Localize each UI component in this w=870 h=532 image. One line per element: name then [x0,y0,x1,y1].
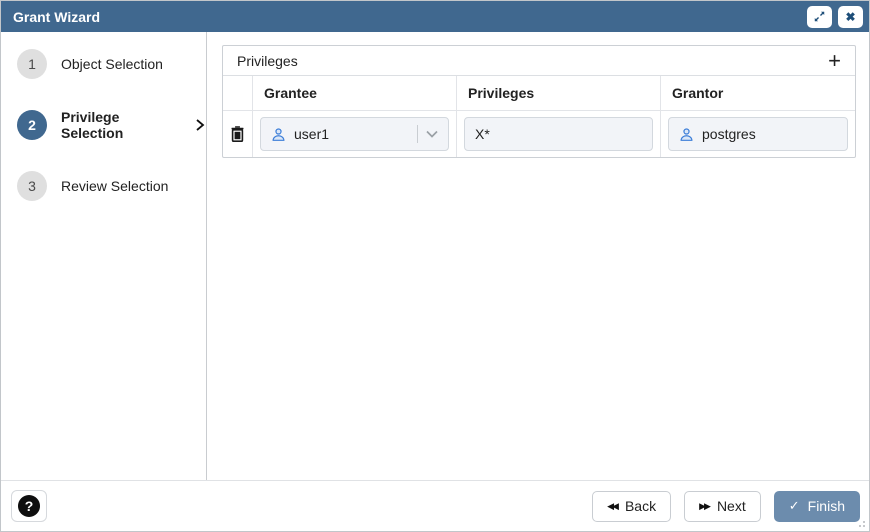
resize-grip[interactable] [855,517,865,527]
grantor-cell: postgres [661,111,855,157]
grantor-field: postgres [668,117,848,151]
steps-sidebar: 1 Object Selection 2 Privilege Selection… [1,32,207,480]
user-icon [271,127,286,142]
grantee-cell: user1 [253,111,457,157]
help-button[interactable]: ? [11,490,47,522]
main-content: Privileges + Grantee Privileges Grantor [207,32,869,480]
double-right-arrow-icon: ▶▶ [699,502,709,511]
grantor-value: postgres [702,126,756,142]
grantee-value: user1 [294,126,329,142]
back-button[interactable]: ◀◀ Back [592,491,671,522]
next-button[interactable]: ▶▶ Next [684,491,761,522]
panel-title: Privileges [237,53,298,69]
grant-wizard-dialog: Grant Wizard ✖ 1 Object Selection 2 [0,0,870,532]
finish-button-label: Finish [808,498,845,514]
privileges-field[interactable]: X* [464,117,653,151]
privileges-column-header: Privileges [457,76,661,110]
step-label: Review Selection [61,178,168,194]
help-icon: ? [18,495,40,517]
finish-button[interactable]: ✓ Finish [774,491,860,522]
footer: ? ◀◀ Back ▶▶ Next ✓ Finish [1,480,869,531]
chevron-down-icon [426,130,438,138]
delete-row-button[interactable] [229,124,246,144]
privilege-table-row: user1 X* [223,111,855,157]
check-icon: ✓ [789,498,800,514]
privileges-panel-header: Privileges + [223,46,855,76]
grantee-column-header: Grantee [253,76,457,110]
titlebar: Grant Wizard ✖ [1,1,869,32]
close-button[interactable]: ✖ [838,6,863,28]
actions-column-header [223,76,253,110]
select-separator [417,125,418,143]
window-title: Grant Wizard [13,9,801,25]
step-object-selection: 1 Object Selection [1,33,206,94]
next-button-label: Next [717,498,746,514]
wizard-body: 1 Object Selection 2 Privilege Selection… [1,32,869,480]
close-icon: ✖ [845,10,855,24]
back-button-label: Back [625,498,656,514]
privileges-panel: Privileges + Grantee Privileges Grantor [222,45,856,158]
add-privilege-button[interactable]: + [826,50,843,72]
step-privilege-selection: 2 Privilege Selection [1,94,206,155]
grantee-select[interactable]: user1 [260,117,449,151]
step-number-badge: 3 [17,171,47,201]
grantor-column-header: Grantor [661,76,855,110]
expand-button[interactable] [807,6,832,28]
step-number-badge: 1 [17,49,47,79]
step-label: Object Selection [61,56,163,72]
row-actions-cell [223,111,253,157]
expand-icon [813,10,826,23]
chevron-right-icon [194,118,206,132]
footer-actions: ◀◀ Back ▶▶ Next ✓ Finish [592,491,860,522]
privileges-table-header: Grantee Privileges Grantor [223,76,855,111]
step-number-badge: 2 [17,110,47,140]
step-review-selection: 3 Review Selection [1,155,206,216]
trash-icon [231,126,244,142]
user-icon [679,127,694,142]
privileges-value: X* [475,126,490,142]
double-left-arrow-icon: ◀◀ [607,502,617,511]
privileges-cell: X* [457,111,661,157]
step-label: Privilege Selection [61,109,185,141]
